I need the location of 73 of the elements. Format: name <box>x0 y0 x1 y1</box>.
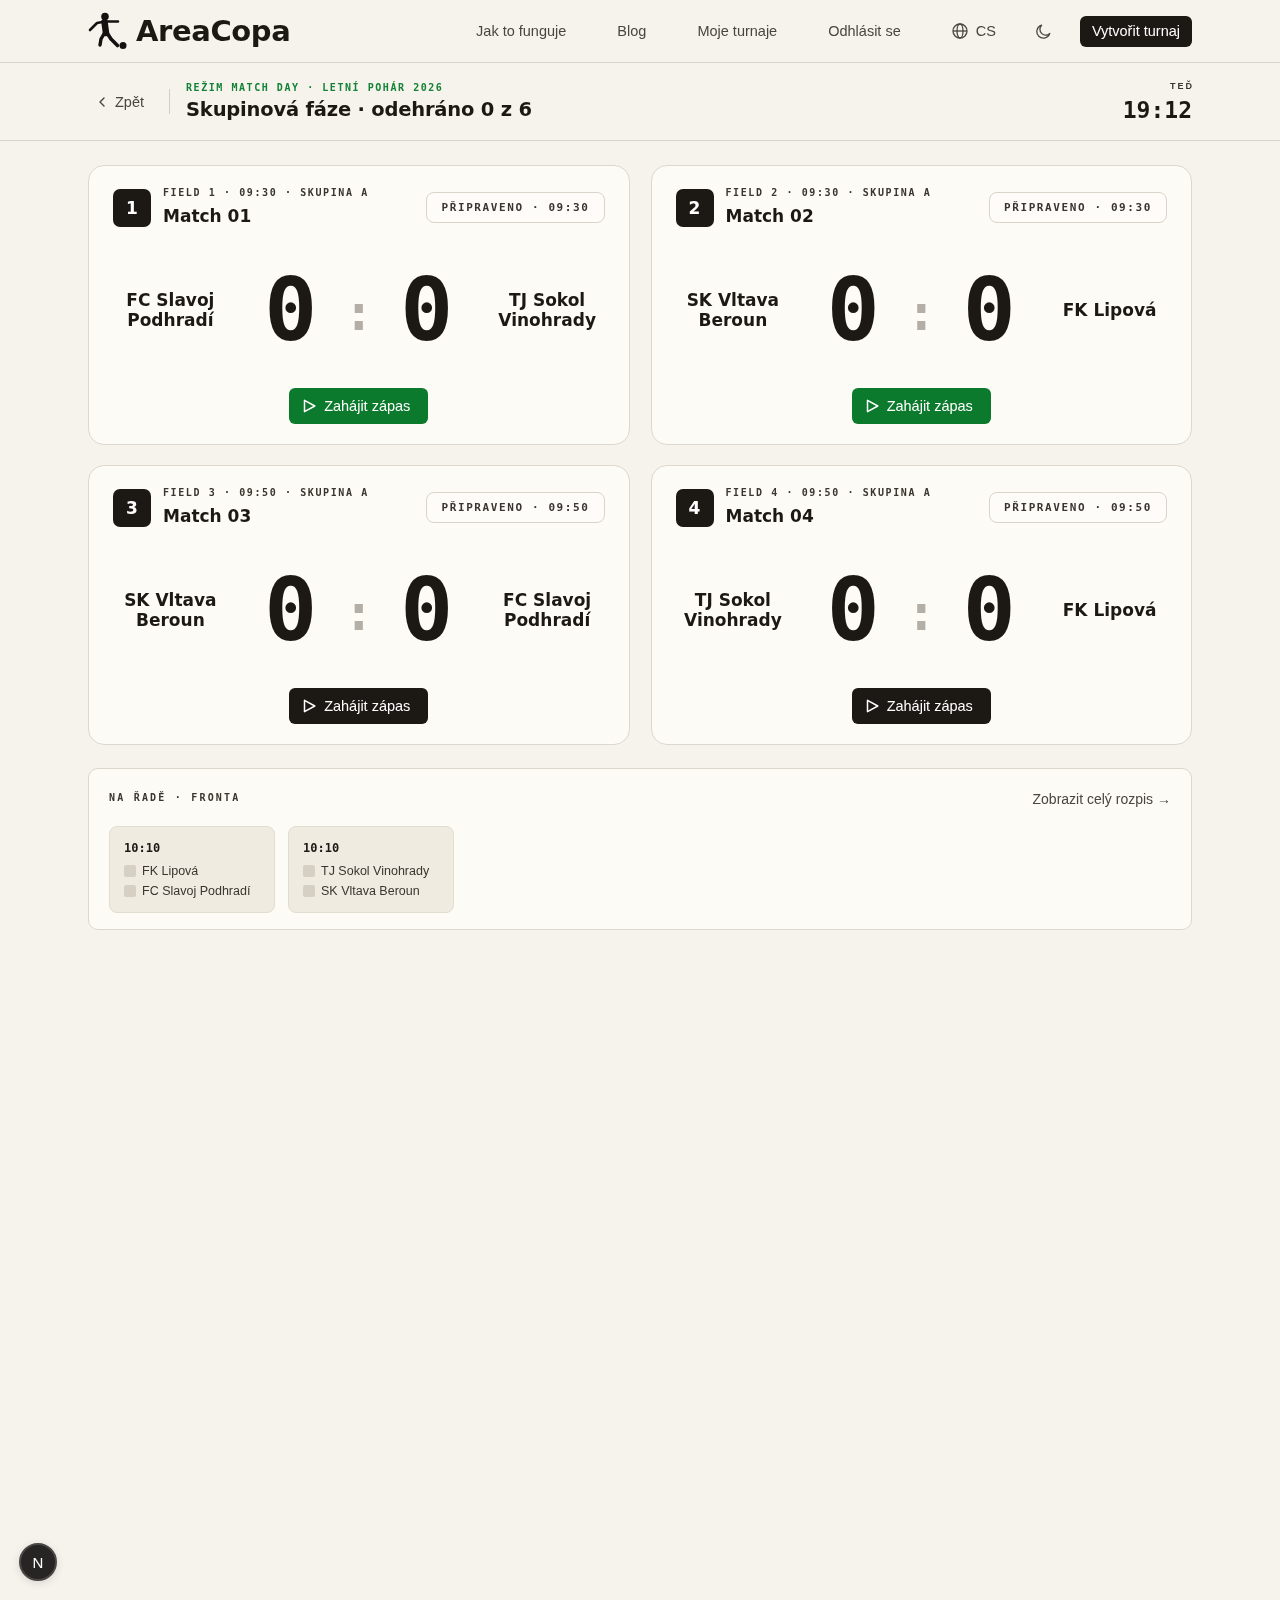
back-link[interactable]: Zpět <box>88 85 156 118</box>
away-score: 0 <box>962 566 1016 654</box>
away-score: 0 <box>400 566 454 654</box>
status-pill: PŘIPRAVENO · 09:50 <box>989 492 1167 523</box>
home-score: 0 <box>264 566 318 654</box>
match-meta: FIELD 4 · 09:50 · SKUPINA A <box>725 486 932 500</box>
match-number: 1 <box>113 189 151 227</box>
play-icon <box>865 699 879 713</box>
queued-match-time: 10:10 <box>124 840 162 856</box>
match-meta: FIELD 3 · 09:50 · SKUPINA A <box>163 486 369 500</box>
home-score: 0 <box>264 266 318 354</box>
team-swatch-icon <box>303 865 315 877</box>
home-team-name: SK Vltava Beroun <box>123 590 218 630</box>
score-separator: : <box>906 283 937 338</box>
queued-team-name: FC Slavoj Podhradí <box>142 884 251 898</box>
match-title: Match 01 <box>163 205 253 228</box>
match-title: Match 02 <box>725 205 815 228</box>
match-meta: FIELD 2 · 09:30 · SKUPINA A <box>725 186 932 200</box>
clock-time: 19:12 <box>1122 95 1192 124</box>
full-schedule-link[interactable]: Zobrazit celý rozpis → <box>1032 789 1171 809</box>
start-match-button[interactable]: Zahájit zápas <box>289 388 429 424</box>
away-score: 0 <box>962 266 1016 354</box>
status-pill: PŘIPRAVENO · 09:30 <box>989 192 1167 223</box>
queue-title: NA ŘADĚ · FRONTA <box>109 790 241 805</box>
match-number: 2 <box>675 189 714 227</box>
home-team-name: SK Vltava Beroun <box>685 290 781 330</box>
home-score: 0 <box>826 266 880 354</box>
match-number: 3 <box>113 489 151 527</box>
create-tournament-button[interactable]: Vytvořit turnaj <box>1079 15 1192 47</box>
clock-label: TEĎ <box>1170 79 1194 92</box>
away-score: 0 <box>400 266 454 354</box>
chevron-left-icon <box>99 96 105 107</box>
nav-link[interactable]: Blog <box>617 21 647 41</box>
team-swatch-icon <box>124 865 136 877</box>
moon-icon[interactable] <box>1035 23 1051 39</box>
nav-link[interactable]: Moje turnaje <box>697 21 778 41</box>
home-score: 0 <box>826 566 880 654</box>
home-team-name: FC Slavoj Podhradí <box>125 290 216 330</box>
queued-match-time: 10:10 <box>303 840 341 856</box>
nav-link[interactable]: Jak to funguje <box>476 21 567 41</box>
team-swatch-icon <box>303 885 315 897</box>
queued-team-name: SK Vltava Beroun <box>321 884 420 898</box>
mode-eyebrow: REŽIM MATCH DAY · LETNÍ POHÁR 2026 <box>186 80 445 95</box>
nav-link[interactable]: Odhlásit se <box>828 21 901 41</box>
globe-icon <box>951 23 968 39</box>
match-number: 4 <box>675 489 714 527</box>
queued-team-name: TJ Sokol Vinohrady <box>321 864 430 878</box>
score-separator: : <box>906 583 937 638</box>
match-title: Match 04 <box>725 505 815 528</box>
away-team-name: TJ Sokol Vinohrady <box>497 290 597 330</box>
queued-team-name: FK Lipová <box>142 864 199 878</box>
start-match-button[interactable]: Zahájit zápas <box>851 388 991 424</box>
play-icon <box>303 399 317 413</box>
page-title: Skupinová fáze · odehráno 0 z 6 <box>186 96 532 123</box>
home-team-name: TJ Sokol Vinohrady <box>683 590 783 630</box>
brand-logo-text[interactable]: AreaCopa <box>136 13 291 49</box>
score-separator: : <box>343 283 374 338</box>
start-match-button[interactable]: Zahájit zápas <box>851 688 991 724</box>
score-separator: : <box>343 583 374 638</box>
away-team-name: FC Slavoj Podhradí <box>502 590 593 630</box>
status-pill: PŘIPRAVENO · 09:50 <box>426 492 605 523</box>
play-icon <box>303 699 317 713</box>
match-meta: FIELD 1 · 09:30 · SKUPINA A <box>163 186 369 200</box>
status-pill: PŘIPRAVENO · 09:30 <box>426 192 605 223</box>
dev-tools-button[interactable]: N <box>19 1543 57 1581</box>
footballer-icon[interactable] <box>88 12 128 50</box>
team-swatch-icon <box>124 885 136 897</box>
away-team-name: FK Lipová <box>1061 300 1158 320</box>
match-title: Match 03 <box>163 505 253 528</box>
away-team-name: FK Lipová <box>1061 600 1158 620</box>
language-button[interactable]: CS <box>951 21 996 41</box>
start-match-button[interactable]: Zahájit zápas <box>289 688 429 724</box>
play-icon <box>865 399 879 413</box>
